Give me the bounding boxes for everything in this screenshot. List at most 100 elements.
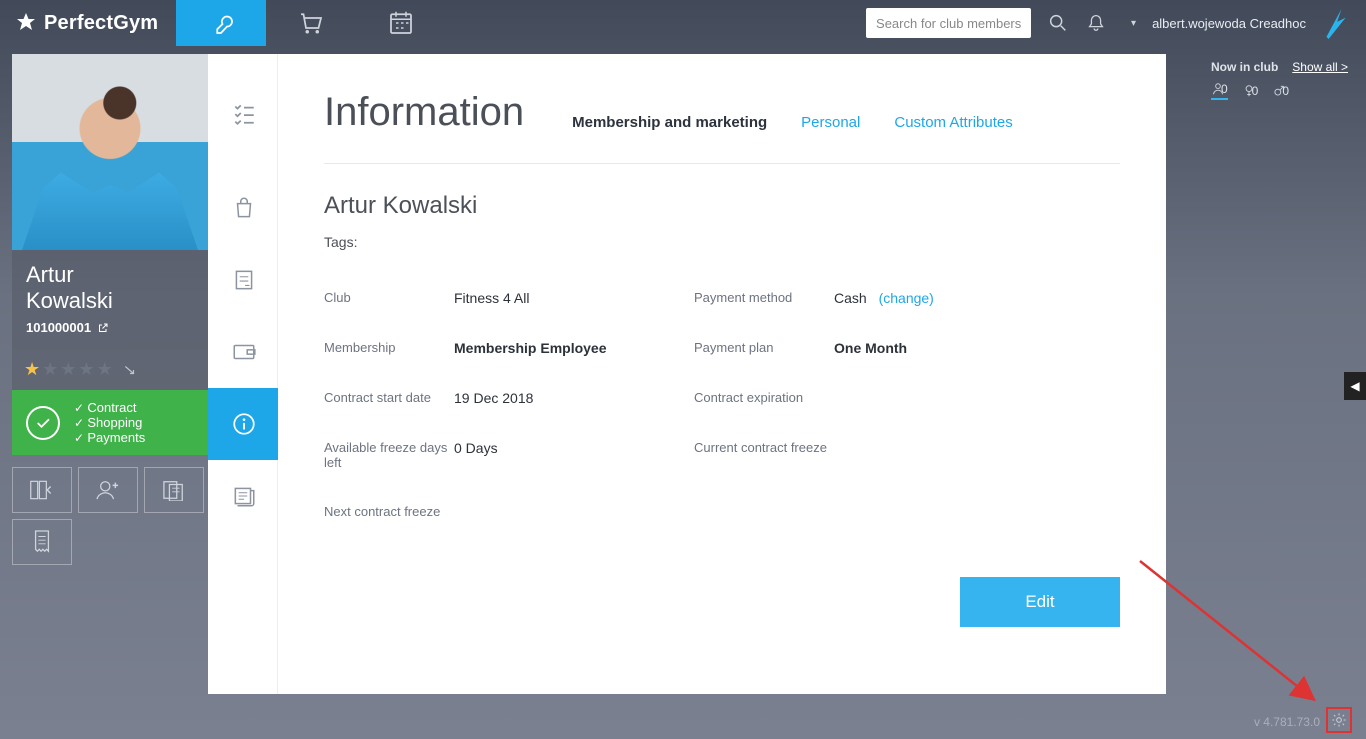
- subtab-personal[interactable]: Personal: [801, 114, 860, 131]
- star-icon: ★: [97, 359, 113, 380]
- status-check-icon: [26, 406, 60, 440]
- gear-icon: [1331, 712, 1347, 728]
- search-button[interactable]: [1047, 12, 1069, 34]
- subtab-bar: Membership and marketing Personal Custom…: [572, 114, 1013, 131]
- status-item: Contract: [74, 400, 145, 415]
- search-input[interactable]: [866, 8, 1031, 38]
- quick-receipt-button[interactable]: [12, 519, 72, 565]
- member-sidebar: Artur Kowalski 101000001 ★ ★ ★ ★ ★ Contr…: [12, 54, 208, 565]
- quick-actions: [12, 467, 208, 565]
- side-panel-toggle[interactable]: ◀: [1344, 372, 1366, 400]
- change-payment-method-link[interactable]: (change): [879, 290, 934, 306]
- door-enter-icon: [29, 479, 55, 501]
- field-value-payment-plan: One Month: [834, 340, 1074, 356]
- field-label-contract-start: Contract start date: [324, 390, 454, 405]
- field-label-contract-expiration: Contract expiration: [694, 390, 834, 405]
- receipt-icon: [31, 529, 53, 555]
- field-value-contract-start: 19 Dec 2018: [454, 390, 694, 406]
- page-content: Information Membership and marketing Per…: [278, 54, 1166, 694]
- star-icon: ★: [78, 359, 94, 380]
- now-in-club-label: Now in club: [1211, 60, 1278, 74]
- bag-icon: [231, 195, 257, 221]
- topbar-right: albert.wojewoda Creadhoc: [866, 0, 1366, 46]
- notifications-button[interactable]: [1085, 12, 1107, 34]
- star-icon: ★: [60, 359, 76, 380]
- member-photo[interactable]: [12, 54, 208, 250]
- field-value-payment-method: Cash (change): [834, 290, 1074, 306]
- now-male-group[interactable]: 0: [1272, 84, 1289, 98]
- rail-tab-overview[interactable]: [208, 54, 278, 172]
- newspaper-icon: [231, 483, 257, 509]
- star-icon: [14, 11, 38, 35]
- field-label-payment-method: Payment method: [694, 290, 834, 305]
- page-title: Information: [324, 90, 524, 135]
- now-male-count: 0: [1282, 84, 1289, 98]
- payment-method-text: Cash: [834, 290, 867, 306]
- rail-tab-shop[interactable]: [208, 172, 278, 244]
- rail-tab-news[interactable]: [208, 460, 278, 532]
- invoice-icon: [231, 267, 257, 293]
- nav-calendar[interactable]: [356, 0, 446, 46]
- edit-button[interactable]: Edit: [960, 577, 1120, 627]
- key-icon: [206, 8, 236, 38]
- nav-cart[interactable]: [266, 0, 356, 46]
- settings-button[interactable]: [1326, 707, 1352, 733]
- wallet-icon: [231, 339, 257, 365]
- member-status: Contract Shopping Payments: [12, 390, 208, 455]
- tab-rail: [208, 54, 278, 694]
- search-icon: [1047, 12, 1069, 34]
- now-female-group[interactable]: 0: [1242, 84, 1259, 98]
- field-label-payment-plan: Payment plan: [694, 340, 834, 355]
- rail-tab-wallet[interactable]: [208, 316, 278, 388]
- member-name-block: Artur Kowalski 101000001: [12, 250, 208, 349]
- status-item: Payments: [74, 430, 145, 445]
- quick-checkin-button[interactable]: [12, 467, 72, 513]
- field-label-next-freeze: Next contract freeze: [324, 504, 454, 519]
- rail-tab-invoice[interactable]: [208, 244, 278, 316]
- show-all-link[interactable]: Show all >: [1292, 60, 1348, 74]
- topbar: PerfectGym alber: [0, 0, 1366, 46]
- field-label-current-freeze: Current contract freeze: [694, 440, 834, 455]
- cart-icon: [296, 8, 326, 38]
- top-nav: [176, 0, 446, 46]
- version-label: v 4.781.73.0: [1254, 715, 1320, 729]
- info-icon: [231, 411, 257, 437]
- status-item: Shopping: [74, 415, 145, 430]
- star-icon: ★: [24, 359, 40, 380]
- external-link-icon[interactable]: [97, 322, 109, 334]
- calendar-icon: [386, 8, 416, 38]
- quick-add-user-button[interactable]: [78, 467, 138, 513]
- member-id: 101000001: [26, 320, 91, 335]
- topbar-menu-caret[interactable]: [1123, 18, 1136, 29]
- member-first-name: Artur: [26, 262, 194, 288]
- field-label-club: Club: [324, 290, 454, 305]
- bell-icon: [1085, 12, 1107, 34]
- field-value-club: Fitness 4 All: [454, 290, 694, 306]
- member-heading: Artur Kowalski: [324, 192, 1120, 220]
- quick-documents-button[interactable]: [144, 467, 204, 513]
- brand-logo[interactable]: PerfectGym: [0, 0, 176, 46]
- info-fields: Club Fitness 4 All Payment method Cash (…: [324, 290, 1120, 519]
- now-people-group[interactable]: 0: [1211, 82, 1228, 100]
- star-icon: ★: [42, 359, 58, 380]
- user-plus-icon: [95, 479, 121, 501]
- field-label-freeze-left: Available freeze days left: [324, 440, 454, 470]
- now-people-count: 0: [1221, 82, 1228, 96]
- checklist-icon: [231, 100, 257, 126]
- brand-text: PerfectGym: [44, 12, 158, 35]
- user-label[interactable]: albert.wojewoda Creadhoc: [1152, 16, 1306, 31]
- subtab-membership[interactable]: Membership and marketing: [572, 114, 767, 131]
- subtab-custom-attributes[interactable]: Custom Attributes: [894, 114, 1012, 131]
- field-value-freeze-left: 0 Days: [454, 440, 694, 456]
- documents-icon: [161, 479, 187, 501]
- trend-down-icon: [123, 363, 137, 377]
- member-rating[interactable]: ★ ★ ★ ★ ★: [12, 349, 208, 390]
- rail-tab-info[interactable]: [208, 388, 278, 460]
- field-label-membership: Membership: [324, 340, 454, 355]
- member-last-name: Kowalski: [26, 288, 194, 314]
- tags-label: Tags:: [324, 234, 1120, 250]
- field-value-membership: Membership Employee: [454, 340, 694, 356]
- nav-key[interactable]: [176, 0, 266, 46]
- now-female-count: 0: [1252, 84, 1259, 98]
- pg-mark-icon: [1322, 7, 1348, 39]
